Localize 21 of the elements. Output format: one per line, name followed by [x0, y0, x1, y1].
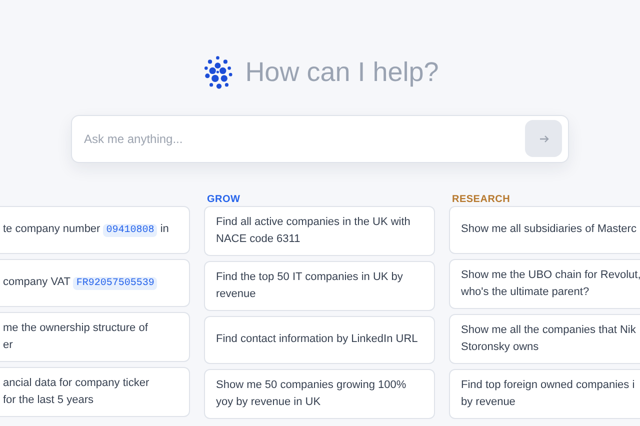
- search-bar[interactable]: Ask me anything...: [71, 114, 569, 162]
- code-tag: FR92057505539: [73, 276, 158, 290]
- suggestion-card[interactable]: Show me all subsidiaries of Masterc: [449, 206, 640, 254]
- suggestion-card[interactable]: Find top foreign owned companies i by revenue: [449, 368, 640, 418]
- code-tag: 09410808: [103, 224, 158, 236]
- suggestion-card[interactable]: Show me all the companies that Nik Storonsky owns: [449, 314, 640, 364]
- arrow-right-icon: [538, 134, 548, 144]
- suggestion-card[interactable]: ancial data for company ticker for the last 5 years: [0, 366, 190, 416]
- suggestion-card[interactable]: Find the top 50 IT companies in UK by revenue: [204, 260, 435, 310]
- suggestion-card[interactable]: company VAT FR92057505539: [0, 258, 190, 306]
- suggestion-card[interactable]: Find contact information by LinkedIn URL: [204, 316, 435, 364]
- suggestion-card[interactable]: me the ownership structure of er: [0, 312, 190, 362]
- page-heading: How can I help?: [245, 56, 439, 89]
- search-field[interactable]: Ask me anything...: [84, 130, 525, 148]
- send-button[interactable]: [525, 120, 562, 157]
- suggestion-card[interactable]: Show me 50 companies growing 100% yoy by revenue in UK: [204, 368, 435, 418]
- suggestion-card[interactable]: Find all active companies in the UK with NACE code 6311: [204, 206, 435, 256]
- suggestion-card[interactable]: Show me the UBO chain for Revolut, who's the ultimate parent?: [449, 258, 640, 308]
- suggestion-card[interactable]: te company number 09410808 in: [0, 206, 190, 254]
- column-heading: GROW: [207, 194, 240, 204]
- column-heading: RESEARCH: [452, 194, 510, 204]
